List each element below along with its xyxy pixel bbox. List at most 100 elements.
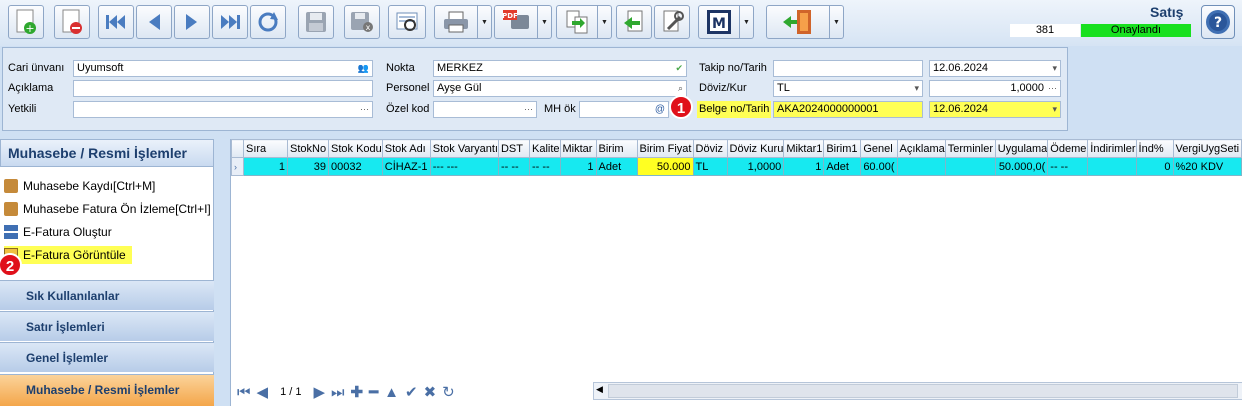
prev-page-icon[interactable]: ◀ — [257, 383, 269, 401]
column-header[interactable]: Açıklama — [896, 139, 946, 158]
belge-field[interactable]: AKA2024000000001 — [773, 101, 923, 118]
table-cell[interactable]: -- -- — [1047, 157, 1089, 176]
table-cell[interactable]: TL — [692, 157, 728, 176]
refresh-button[interactable] — [250, 5, 286, 39]
table-cell[interactable]: 60.00( — [860, 157, 898, 176]
column-header[interactable]: StokNo — [287, 139, 329, 158]
m-button[interactable]: M — [698, 5, 740, 39]
new-button[interactable]: + — [8, 5, 44, 39]
column-header[interactable]: Sıra — [243, 139, 288, 158]
horizontal-scrollbar[interactable]: ◀ — [593, 382, 1242, 400]
sidebar-group-satir-islemleri[interactable]: Satır İşlemleri — [0, 311, 214, 341]
table-cell[interactable]: CİHAZ-1 — [381, 157, 431, 176]
tools-button[interactable] — [654, 5, 690, 39]
column-header[interactable]: DST — [497, 139, 530, 158]
personel-field[interactable]: Ayşe Gül ⌕ — [433, 80, 687, 97]
column-header[interactable]: Birim Fiyat — [636, 139, 694, 158]
refresh-icon[interactable]: ↻ — [442, 383, 455, 401]
first-page-icon[interactable]: ⏮ — [237, 384, 251, 401]
save-button[interactable] — [298, 5, 334, 39]
table-cell[interactable]: 1 — [783, 157, 825, 176]
table-cell[interactable]: 39 — [287, 157, 329, 176]
cancel-save-button[interactable]: x — [344, 5, 380, 39]
takip-field[interactable] — [773, 60, 923, 77]
scroll-left-icon[interactable]: ◀ — [596, 384, 603, 395]
sidebar-item-efatura-olustur[interactable]: E-Fatura Oluştur — [4, 223, 112, 241]
last-page-icon[interactable]: ⏭ — [331, 384, 345, 401]
last-record-button[interactable] — [212, 5, 248, 39]
column-header[interactable]: Stok Adı — [381, 139, 431, 158]
back-button[interactable] — [616, 5, 652, 39]
takip-date-field[interactable]: 12.06.2024 ▾ — [929, 60, 1061, 77]
table-cell[interactable]: 1,0000 — [726, 157, 785, 176]
table-cell[interactable]: Adet — [823, 157, 862, 176]
table-cell[interactable]: -- -- — [497, 157, 530, 176]
move-up-icon[interactable]: ▲ — [384, 384, 399, 401]
remove-row-icon[interactable]: ━ — [369, 383, 378, 401]
pdf-button[interactable]: PDF — [494, 5, 538, 39]
column-header[interactable]: Döviz Kuru — [726, 139, 785, 158]
export-button[interactable] — [556, 5, 598, 39]
aciklama-field[interactable] — [73, 80, 373, 97]
sidebar-group-genel-islemler[interactable]: Genel İşlemler — [0, 342, 214, 372]
table-cell[interactable]: 00032 — [328, 157, 383, 176]
row-selector[interactable]: › — [231, 157, 244, 176]
column-header[interactable]: İnd% — [1135, 139, 1174, 158]
column-header[interactable]: Birim1 — [823, 139, 862, 158]
column-header[interactable]: Döviz — [692, 139, 728, 158]
sidebar-group-muhasebe[interactable]: Muhasebe / Resmi İşlemler — [0, 374, 214, 406]
print-button[interactable] — [434, 5, 478, 39]
export-dropdown[interactable]: ▼ — [598, 5, 612, 39]
scrollbar-thumb[interactable] — [608, 384, 1238, 398]
table-cell[interactable]: -- -- — [528, 157, 561, 176]
table-cell[interactable]: 50.000 — [636, 157, 694, 176]
column-header[interactable]: İndirimler — [1087, 139, 1137, 158]
mhok-field[interactable]: @ — [579, 101, 669, 118]
column-header[interactable]: VergiUygSeti — [1172, 139, 1242, 158]
column-header[interactable]: Terminler — [944, 139, 996, 158]
help-button[interactable]: ? — [1201, 5, 1235, 39]
cancel-icon[interactable]: ✖ — [424, 383, 437, 401]
sidebar-group-sik-kullanilanlar[interactable]: Sık Kullanılanlar — [0, 280, 214, 310]
doviz-field[interactable]: TL ▾ — [773, 80, 923, 97]
yetkili-field[interactable]: ··· — [73, 101, 373, 118]
print-dropdown[interactable]: ▼ — [478, 5, 492, 39]
column-header[interactable]: Kalite — [528, 139, 561, 158]
column-header[interactable]: Uygulama — [994, 139, 1049, 158]
preview-button[interactable] — [388, 5, 426, 39]
column-header[interactable]: Genel — [860, 139, 898, 158]
delete-button[interactable] — [54, 5, 90, 39]
exit-button[interactable] — [766, 5, 830, 39]
sidebar-item-fatura-onizleme[interactable]: Muhasebe Fatura Ön İzleme[Ctrl+I] — [4, 200, 211, 218]
column-header[interactable]: Ödeme — [1047, 139, 1089, 158]
table-cell[interactable]: 0 — [1135, 157, 1174, 176]
table-cell[interactable]: 1 — [559, 157, 597, 176]
table-cell[interactable]: Adet — [595, 157, 638, 176]
kur-field[interactable]: 1,0000 ··· — [929, 80, 1061, 97]
table-row[interactable]: › 1 39 00032 CİHAZ-1 --- --- -- -- -- -- 1 Adet 5… — [231, 157, 1242, 176]
next-page-icon[interactable]: ▶ — [313, 383, 325, 401]
column-header[interactable]: Birim — [595, 139, 638, 158]
table-cell[interactable]: 1 — [243, 157, 288, 176]
sidebar-item-muhasebe-kaydi[interactable]: Muhasebe Kaydı[Ctrl+M] — [4, 177, 155, 195]
column-header[interactable]: Stok Kodu — [328, 139, 383, 158]
table-cell[interactable] — [896, 157, 946, 176]
confirm-icon[interactable]: ✔ — [405, 383, 418, 401]
nokta-field[interactable]: MERKEZ ✔ — [433, 60, 687, 77]
pdf-dropdown[interactable]: ▼ — [538, 5, 552, 39]
belge-date-field[interactable]: 12.06.2024 ▾ — [929, 101, 1061, 118]
m-dropdown[interactable]: ▼ — [740, 5, 754, 39]
next-record-button[interactable] — [174, 5, 210, 39]
column-header[interactable]: Miktar — [559, 139, 597, 158]
ozelkod-field[interactable]: ··· — [433, 101, 537, 118]
exit-dropdown[interactable]: ▼ — [830, 5, 844, 39]
table-cell[interactable]: 50.000,0( — [994, 157, 1049, 176]
table-cell[interactable] — [944, 157, 996, 176]
add-row-icon[interactable]: ✚ — [351, 383, 364, 401]
first-record-button[interactable] — [98, 5, 134, 39]
previous-record-button[interactable] — [136, 5, 172, 39]
table-cell[interactable]: --- --- — [429, 157, 499, 176]
sidebar-item-efatura-goruntule[interactable]: E-Fatura Görüntüle — [4, 246, 132, 264]
column-header[interactable]: Stok Varyantı — [429, 139, 499, 158]
table-cell[interactable]: %20 KDV — [1172, 157, 1242, 176]
